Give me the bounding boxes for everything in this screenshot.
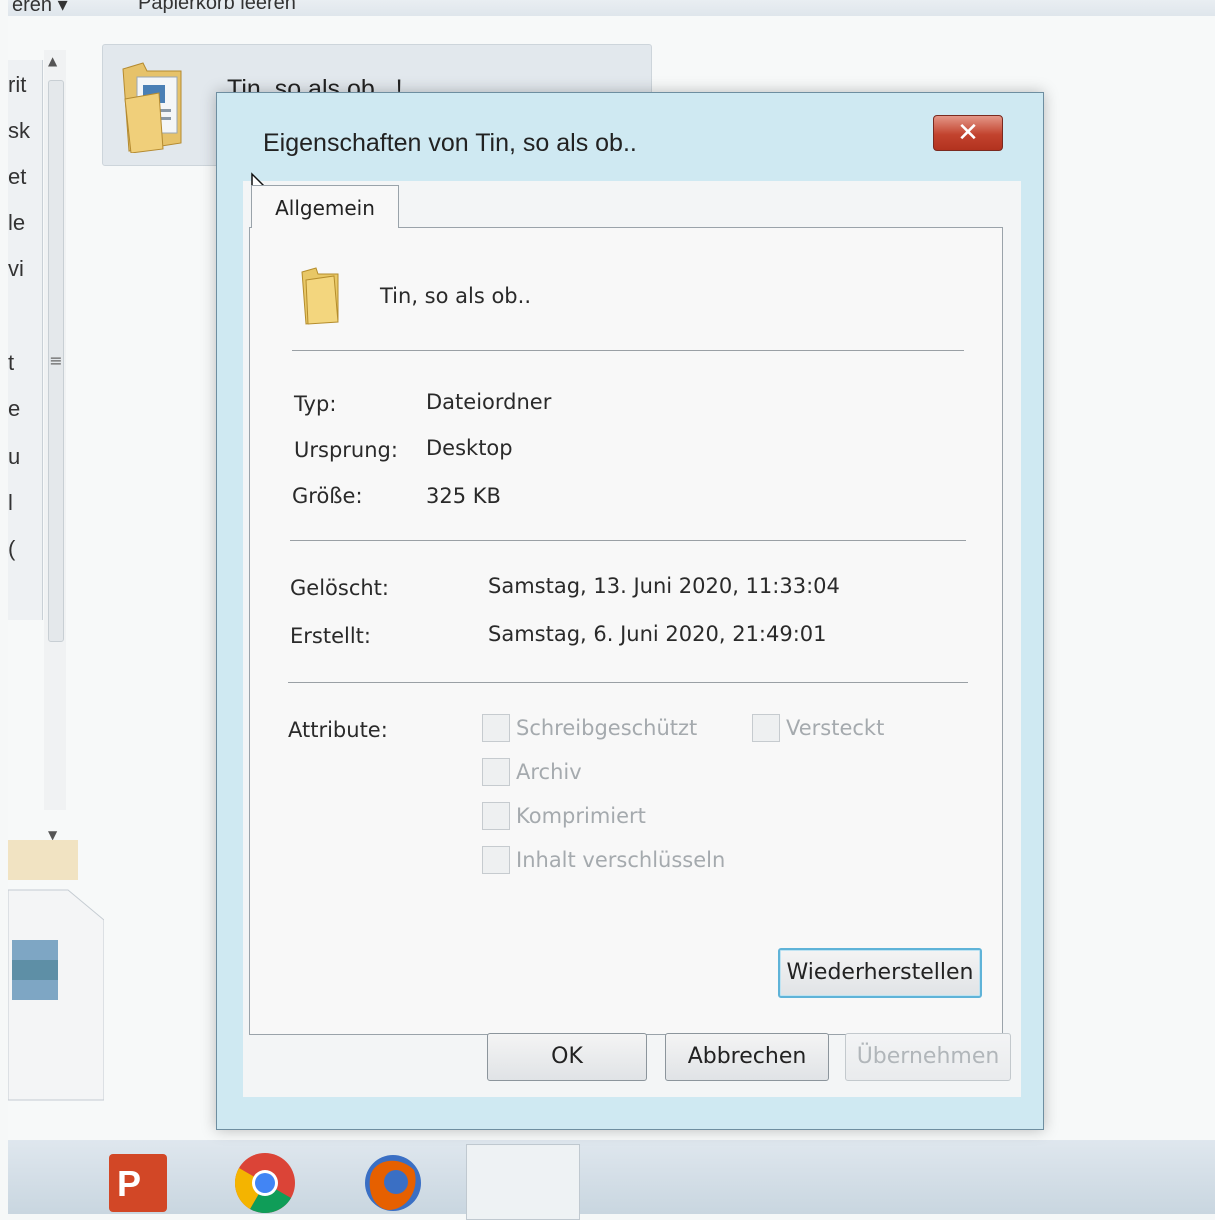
nav-item[interactable]: vi [8, 256, 24, 282]
created-label: Erstellt: [290, 624, 371, 648]
chrome-icon[interactable] [230, 1148, 300, 1218]
nav-item[interactable]: e [8, 396, 20, 422]
explorer-toolbar: eren ▾ Papierkorb leeren [8, 0, 1215, 16]
compressed-checkbox[interactable]: Komprimiert [482, 802, 646, 830]
encrypt-checkbox[interactable]: Inhalt verschlüsseln [482, 846, 725, 874]
nav-item[interactable]: rit [8, 72, 26, 98]
created-value: Samstag, 6. Juni 2020, 21:49:01 [488, 622, 827, 646]
empty-recycle-bin-button[interactable]: Papierkorb leeren [138, 0, 296, 15]
svg-text:P: P [117, 1163, 141, 1204]
nav-item[interactable]: sk [8, 118, 30, 144]
deleted-label: Gelöscht: [290, 576, 389, 600]
type-value: Dateiordner [426, 390, 552, 414]
checkbox-box[interactable] [482, 714, 510, 742]
item-name: Tin, so als ob.. [380, 284, 531, 308]
firefox-icon[interactable] [358, 1148, 428, 1218]
organize-button[interactable]: eren ▾ [12, 0, 68, 16]
taskbar: P [8, 1140, 1215, 1220]
size-value: 325 KB [426, 484, 501, 508]
checkbox-box[interactable] [482, 758, 510, 786]
explorer-taskbar-button[interactable] [466, 1144, 580, 1220]
dialog-client-area: Allgemein Tin, so als ob.. Typ: Dateiord… [243, 181, 1021, 1097]
navigation-pane: rit sk et le vi t e u l ( [8, 60, 43, 620]
archive-label: Archiv [516, 760, 582, 784]
type-label: Typ: [294, 392, 337, 416]
nav-item[interactable]: u [8, 444, 20, 470]
folder-icon [301, 267, 339, 325]
nav-item[interactable]: t [8, 350, 14, 376]
compressed-label: Komprimiert [516, 804, 646, 828]
restore-button[interactable]: Wiederherstellen [778, 948, 982, 998]
read-only-checkbox[interactable]: Schreibgeschützt [482, 714, 697, 742]
encrypt-label: Inhalt verschlüsseln [516, 848, 726, 872]
properties-dialog: Eigenschaften von Tin, so als ob.. ✕ All… [216, 92, 1044, 1130]
origin-value: Desktop [426, 436, 513, 460]
ok-button[interactable]: OK [487, 1033, 647, 1081]
tab-general[interactable]: Allgemein [251, 185, 399, 228]
nav-item[interactable]: et [8, 164, 26, 190]
checkbox-box[interactable] [482, 846, 510, 874]
dialog-title: Eigenschaften von Tin, so als ob.. [263, 129, 637, 157]
archive-checkbox[interactable]: Archiv [482, 758, 582, 786]
cancel-button[interactable]: Abbrechen [665, 1033, 829, 1081]
divider [288, 682, 968, 683]
hidden-checkbox[interactable]: Versteckt [752, 714, 884, 742]
nav-scrollbar[interactable]: ▲ ≡ ▼ [44, 50, 66, 842]
deleted-value: Samstag, 13. Juni 2020, 11:33:04 [488, 574, 840, 598]
divider [292, 350, 964, 351]
nav-item[interactable]: l [8, 490, 13, 516]
read-only-label: Schreibgeschützt [516, 716, 698, 740]
scroll-up-arrow-icon[interactable]: ▲ [48, 54, 57, 68]
nav-item[interactable]: ( [8, 536, 15, 562]
divider [290, 540, 966, 541]
document-icon [8, 840, 104, 1101]
apply-button[interactable]: Übernehmen [845, 1033, 1011, 1081]
checkbox-box[interactable] [482, 802, 510, 830]
general-tab-panel: Tin, so als ob.. Typ: Dateiordner Urspru… [249, 227, 1003, 1035]
nav-item[interactable]: le [8, 210, 25, 236]
close-button[interactable]: ✕ [933, 115, 1003, 151]
checkbox-box[interactable] [752, 714, 780, 742]
scrollbar-thumb[interactable]: ≡ [48, 80, 64, 642]
powerpoint-icon[interactable]: P [103, 1148, 173, 1218]
folder-with-document-icon [122, 62, 182, 153]
origin-label: Ursprung: [294, 438, 398, 462]
size-label: Größe: [292, 484, 363, 508]
attributes-label: Attribute: [288, 718, 388, 742]
hidden-label: Versteckt [786, 716, 885, 740]
